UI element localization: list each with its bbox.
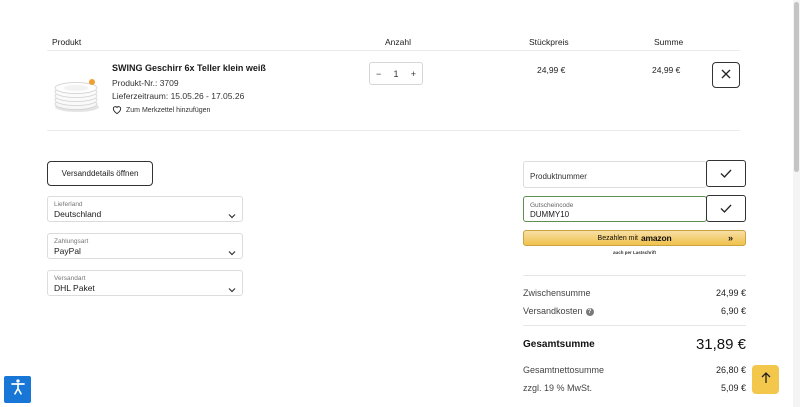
shipping-cost-value: 6,90 € bbox=[720, 306, 746, 316]
accessibility-icon bbox=[9, 378, 27, 401]
quantity-stepper[interactable]: − 1 + bbox=[369, 62, 423, 85]
voucher-code-label: Gutscheincode bbox=[530, 202, 574, 209]
column-header-sum: Summe bbox=[654, 37, 684, 47]
arrow-up-icon bbox=[761, 371, 771, 389]
amazon-logo: amazon bbox=[641, 233, 672, 243]
qty-value[interactable]: 1 bbox=[393, 69, 398, 79]
shipping-details-button[interactable]: Versanddetails öffnen bbox=[47, 161, 153, 186]
scroll-to-top-button[interactable] bbox=[752, 365, 779, 394]
grand-total-value: 31,89 € bbox=[695, 336, 746, 353]
heart-icon bbox=[112, 105, 122, 116]
column-header-quantity: Anzahl bbox=[385, 37, 411, 47]
country-select[interactable]: Lieferland Deutschland bbox=[47, 196, 243, 222]
amazon-pay-label: Bezahlen mit bbox=[597, 234, 638, 242]
grand-total-label: Gesamtsumme bbox=[523, 339, 595, 350]
net-total-row: Gesamtnettosumme 26,80 € bbox=[523, 365, 746, 375]
chevron-down-icon bbox=[228, 280, 236, 298]
voucher-submit-button[interactable] bbox=[706, 195, 746, 222]
chevron-down-icon bbox=[228, 243, 236, 261]
line-total: 24,99 € bbox=[652, 65, 681, 75]
checkmark-icon bbox=[720, 200, 732, 218]
summary-divider bbox=[523, 325, 746, 326]
qty-decrease-button[interactable]: − bbox=[376, 69, 381, 79]
column-header-product: Produkt bbox=[52, 37, 82, 47]
column-header-unit-price: Stückpreis bbox=[529, 37, 569, 47]
payment-select-value: PayPal bbox=[54, 246, 81, 256]
vat-row: zzgl. 19 % MwSt. 5,09 € bbox=[523, 383, 746, 393]
chevron-down-icon bbox=[228, 206, 236, 224]
amazon-pay-subtext: auch per Lastschrift bbox=[612, 250, 656, 255]
shipping-cost-row: Versandkosten? 6,90 € bbox=[523, 306, 746, 316]
info-icon[interactable]: ? bbox=[585, 307, 594, 316]
net-total-value: 26,80 € bbox=[715, 365, 746, 375]
product-name[interactable]: SWING Geschirr 6x Teller klein weiß bbox=[112, 63, 266, 73]
remove-item-button[interactable] bbox=[712, 62, 740, 88]
checkmark-icon bbox=[720, 165, 732, 183]
unit-price: 24,99 € bbox=[537, 65, 566, 75]
delivery-period: Lieferzeitraum: 15.05.26 - 17.05.26 bbox=[112, 91, 245, 101]
accessibility-button[interactable] bbox=[4, 376, 31, 403]
scrollbar-thumb[interactable] bbox=[794, 2, 799, 172]
product-number-input[interactable]: Produktnummer bbox=[523, 161, 707, 188]
summary-divider-top bbox=[523, 275, 746, 276]
voucher-code-value: DUMMY10 bbox=[530, 210, 570, 219]
shipping-method-select[interactable]: Versandart DHL Paket bbox=[47, 270, 243, 296]
country-select-label: Lieferland bbox=[54, 201, 83, 208]
shipping-method-label: Versandart bbox=[54, 275, 86, 282]
country-select-value: Deutschland bbox=[54, 209, 102, 219]
net-total-label: Gesamtnettosumme bbox=[523, 365, 605, 375]
double-chevron-right-icon: » bbox=[727, 233, 733, 243]
subtotal-row: Zwischensumme 24,99 € bbox=[523, 288, 746, 298]
product-number-submit-button[interactable] bbox=[706, 160, 746, 187]
shipping-method-value: DHL Paket bbox=[54, 283, 95, 293]
subtotal-label: Zwischensumme bbox=[523, 288, 591, 298]
product-number: Produkt-Nr.: 3709 bbox=[112, 78, 179, 88]
close-icon bbox=[721, 66, 731, 84]
subtotal-value: 24,99 € bbox=[715, 288, 746, 298]
product-divider bbox=[47, 130, 740, 131]
voucher-code-input[interactable]: Gutscheincode DUMMY10 bbox=[523, 196, 707, 222]
shipping-cost-label-wrap: Versandkosten? bbox=[523, 306, 594, 316]
product-image[interactable] bbox=[51, 73, 103, 113]
header-divider bbox=[47, 50, 740, 51]
vat-label: zzgl. 19 % MwSt. bbox=[523, 383, 593, 393]
payment-select[interactable]: Zahlungsart PayPal bbox=[47, 233, 243, 259]
payment-select-label: Zahlungsart bbox=[54, 238, 89, 245]
grand-total-row: Gesamtsumme 31,89 € bbox=[523, 336, 746, 353]
shipping-cost-label: Versandkosten bbox=[523, 306, 583, 316]
wishlist-label: Zum Merkzettel hinzufügen bbox=[126, 107, 211, 114]
amazon-pay-button[interactable]: Bezahlen mit amazon » bbox=[523, 230, 746, 246]
vat-value: 5,09 € bbox=[720, 383, 746, 393]
product-number-placeholder: Produktnummer bbox=[530, 172, 587, 181]
qty-increase-button[interactable]: + bbox=[411, 69, 416, 79]
wishlist-link[interactable]: Zum Merkzettel hinzufügen bbox=[112, 105, 210, 116]
